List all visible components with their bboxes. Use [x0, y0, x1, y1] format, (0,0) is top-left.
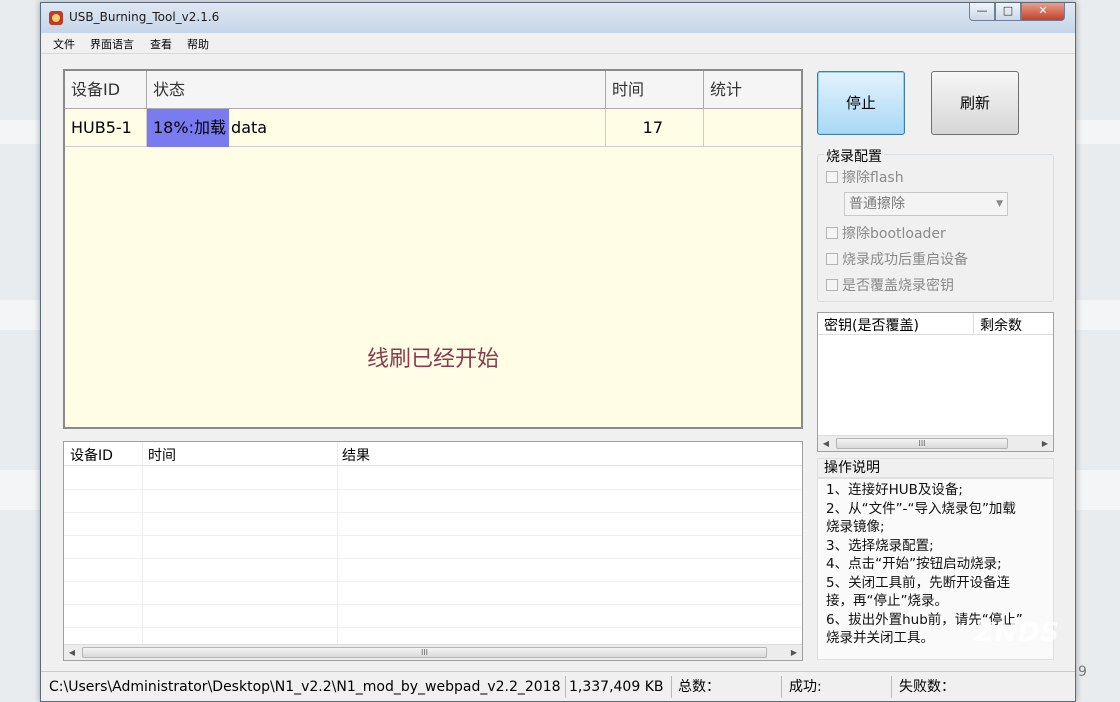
instruction-line: 4、点击“开始”按钮启动烧录; — [826, 556, 1002, 572]
time-cell: 17 — [606, 109, 704, 147]
stop-button[interactable]: 停止 — [817, 71, 905, 135]
instruction-line: 3、选择烧录配置; — [826, 537, 934, 554]
col-result-time[interactable]: 时间 — [148, 445, 176, 465]
window-title: USB_Burning_Tool_v2.1.6 — [69, 10, 220, 24]
overwrite-key-label: 是否覆盖烧录密钥 — [842, 278, 954, 294]
status-divider — [781, 676, 782, 698]
device-table[interactable]: 设备ID 状态 时间 统计 HUB5-1 18%:加载 data 17 线刷已经… — [63, 69, 803, 429]
erase-bootloader-option[interactable]: 擦除bootloader — [826, 223, 946, 243]
watermark-logo: ZNDS — [975, 618, 1060, 648]
row-divider — [64, 535, 802, 536]
key-list-header: 密钥(是否覆盖) 剩余数 — [818, 313, 1053, 335]
status-divider — [891, 676, 892, 698]
col-time[interactable]: 时间 — [606, 71, 704, 109]
burn-config-title: 烧录配置 — [824, 146, 884, 166]
scroll-right-icon[interactable]: ▶ — [1037, 436, 1053, 452]
instruction-line: 1、连接好HUB及设备; — [826, 482, 963, 498]
scroll-right-icon[interactable]: ▶ — [786, 645, 802, 661]
reboot-after-option[interactable]: 烧录成功后重启设备 — [826, 249, 968, 269]
erase-flash-option[interactable]: 擦除flash — [826, 167, 904, 187]
device-table-header: 设备ID 状态 时间 统计 — [65, 71, 801, 109]
erase-mode-select[interactable]: 普通擦除 ▼ — [844, 192, 1008, 216]
device-id-cell: HUB5-1 — [65, 109, 147, 147]
instruction-line: 2、从“文件”-“导入烧录包”加载 — [826, 500, 1016, 517]
result-table[interactable]: 设备ID 时间 结果 ◀ III ▶ — [63, 441, 803, 661]
col-stats[interactable]: 统计 — [704, 71, 801, 109]
close-button[interactable]: ✕ — [1021, 3, 1065, 21]
menu-help[interactable]: 帮助 — [187, 36, 209, 52]
firmware-size: 1,337,409 KB — [569, 679, 664, 695]
instructions-title: 操作说明 — [817, 458, 1054, 478]
title-bar: USB_Burning_Tool_v2.1.6 — □ ✕ — [41, 3, 1075, 33]
status-divider — [565, 676, 566, 698]
col-device-id[interactable]: 设备ID — [65, 71, 147, 109]
row-divider — [64, 489, 802, 490]
erase-bootloader-label: 擦除bootloader — [842, 226, 946, 242]
success-count-label: 成功: — [789, 679, 822, 695]
status-cell: 18%:加载 data — [147, 109, 606, 147]
column-divider — [973, 313, 974, 335]
refresh-button[interactable]: 刷新 — [931, 71, 1019, 135]
result-table-scrollbar[interactable]: ◀ III ▶ — [64, 644, 802, 660]
overwrite-key-checkbox[interactable] — [826, 279, 838, 291]
scroll-thumb[interactable]: III — [82, 647, 767, 658]
col-result[interactable]: 结果 — [342, 445, 370, 465]
menu-language[interactable]: 界面语言 — [90, 36, 134, 52]
row-divider — [64, 512, 802, 513]
scroll-thumb[interactable]: III — [836, 438, 1008, 449]
erase-flash-label: 擦除flash — [842, 170, 904, 186]
scroll-left-icon[interactable]: ◀ — [64, 645, 80, 661]
col-remaining[interactable]: 剩余数 — [980, 315, 1022, 335]
erase-mode-value: 普通擦除 — [849, 196, 905, 212]
minimize-button[interactable]: — — [969, 3, 995, 21]
status-text: 18%:加载 data — [153, 118, 268, 137]
col-key-overwrite[interactable]: 密钥(是否覆盖) — [824, 315, 919, 335]
instruction-line: 接，再“停止”烧录。 — [826, 593, 948, 609]
col-result-device-id[interactable]: 设备ID — [70, 445, 113, 465]
edge-digit: 9 — [1078, 664, 1087, 680]
column-divider — [142, 442, 143, 643]
menu-view[interactable]: 查看 — [150, 36, 172, 52]
menu-file[interactable]: 文件 — [53, 36, 75, 52]
instruction-line: 5、关闭工具前，先断开设备连 — [826, 574, 1011, 591]
erase-flash-checkbox[interactable] — [826, 171, 838, 183]
chevron-down-icon: ▼ — [996, 199, 1003, 209]
app-window: USB_Burning_Tool_v2.1.6 — □ ✕ 文件 界面语言 查看… — [40, 2, 1076, 702]
column-divider — [337, 442, 338, 643]
row-divider — [64, 558, 802, 559]
status-bar: C:\Users\Administrator\Desktop\N1_v2.2\N… — [41, 671, 1075, 701]
stats-cell — [704, 109, 801, 147]
burning-started-message: 线刷已经开始 — [366, 347, 499, 372]
instruction-line: 烧录镜像; — [826, 519, 885, 535]
reboot-after-checkbox[interactable] — [826, 253, 838, 265]
row-divider — [64, 581, 802, 582]
erase-bootloader-checkbox[interactable] — [826, 227, 838, 239]
maximize-button[interactable]: □ — [995, 3, 1021, 21]
row-divider — [64, 627, 802, 628]
menu-bar: 文件 界面语言 查看 帮助 — [41, 33, 1075, 53]
key-list-scrollbar[interactable]: ◀ III ▶ — [818, 435, 1053, 451]
overwrite-key-option[interactable]: 是否覆盖烧录密钥 — [826, 275, 954, 295]
burn-config-group: 烧录配置 擦除flash 普通擦除 ▼ 擦除bootloader 烧录成功后重启… — [817, 146, 1054, 302]
row-divider — [64, 604, 802, 605]
reboot-after-label: 烧录成功后重启设备 — [842, 252, 968, 268]
app-icon — [49, 11, 63, 25]
fail-count-label: 失败数： — [899, 679, 955, 695]
firmware-path: C:\Users\Administrator\Desktop\N1_v2.2\N… — [49, 679, 561, 695]
device-row[interactable]: HUB5-1 18%:加载 data 17 — [65, 109, 801, 147]
scroll-left-icon[interactable]: ◀ — [818, 436, 834, 452]
client-area: 设备ID 状态 时间 统计 HUB5-1 18%:加载 data 17 线刷已经… — [41, 53, 1075, 701]
col-status[interactable]: 状态 — [147, 71, 606, 109]
key-list[interactable]: 密钥(是否覆盖) 剩余数 ◀ III ▶ — [817, 312, 1054, 452]
status-divider — [671, 676, 672, 698]
total-count-label: 总数： — [678, 679, 720, 695]
result-table-header: 设备ID 时间 结果 — [64, 442, 802, 466]
